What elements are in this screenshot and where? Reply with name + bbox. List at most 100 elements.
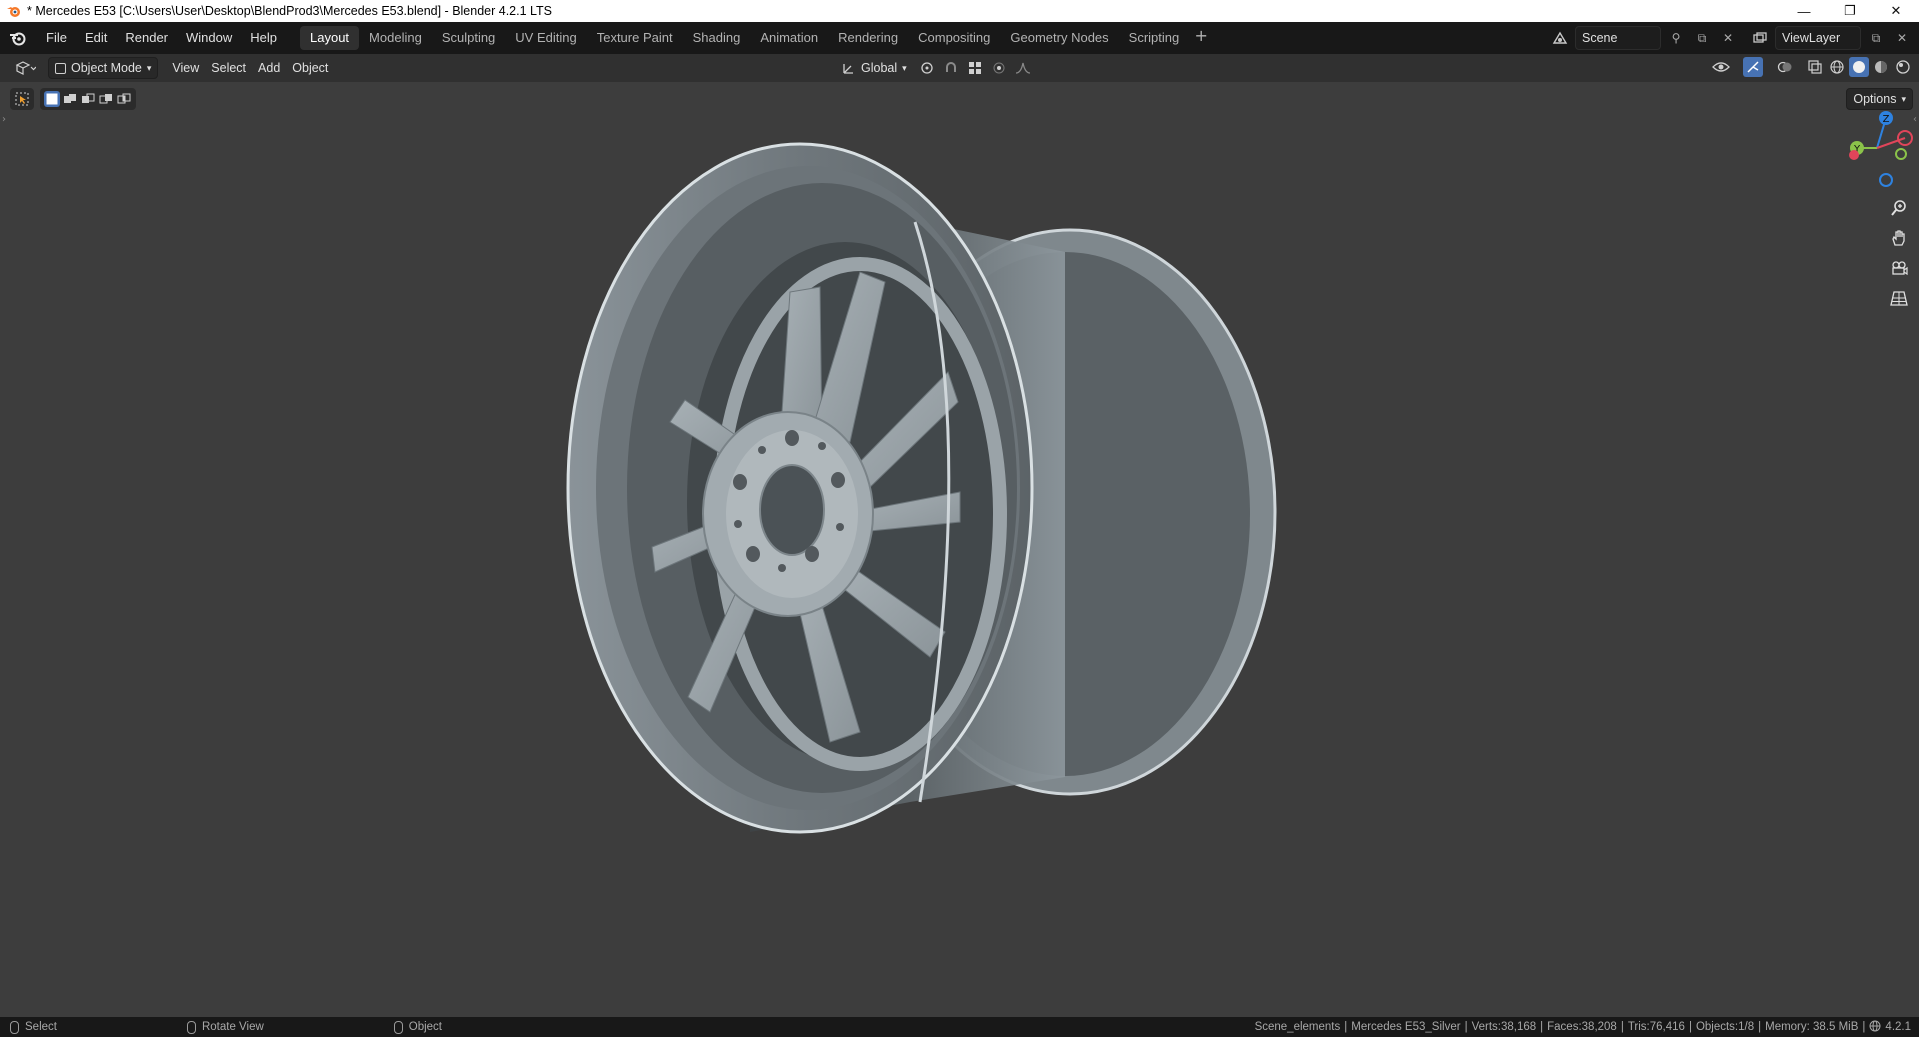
tab-uv-editing[interactable]: UV Editing bbox=[505, 26, 586, 50]
transform-orientation-dropdown[interactable]: Global ▾ bbox=[836, 57, 913, 79]
menu-window[interactable]: Window bbox=[177, 26, 241, 50]
scene-selectors: Scene ⚲ ⧉ ✕ ViewLayer ⧉ ✕ bbox=[1549, 26, 1913, 50]
material-preview-icon[interactable] bbox=[1871, 57, 1891, 77]
stat-memory: Memory: 38.5 MiB bbox=[1765, 1021, 1859, 1033]
options-label: Options bbox=[1853, 92, 1897, 106]
hint-label: Select bbox=[25, 1021, 57, 1033]
status-bar: Select Rotate View Object Scene_elements… bbox=[0, 1017, 1919, 1037]
menu-help[interactable]: Help bbox=[241, 26, 286, 50]
extend-selection-icon[interactable] bbox=[62, 91, 78, 107]
add-workspace-button[interactable]: + bbox=[1189, 26, 1213, 50]
subtract-selection-icon[interactable] bbox=[80, 91, 96, 107]
stat-tris: Tris:76,416 bbox=[1627, 1021, 1685, 1033]
tab-compositing[interactable]: Compositing bbox=[908, 26, 1000, 50]
tab-texture-paint[interactable]: Texture Paint bbox=[587, 26, 683, 50]
menu-edit[interactable]: Edit bbox=[76, 26, 116, 50]
tool-settings bbox=[10, 88, 136, 110]
overlays-toggle-icon[interactable] bbox=[1775, 57, 1795, 77]
minimize-button[interactable]: — bbox=[1781, 0, 1827, 22]
pin-icon[interactable]: ⚲ bbox=[1665, 27, 1687, 49]
mode-dropdown[interactable]: Object Mode ▾ bbox=[48, 57, 159, 79]
menu-add[interactable]: Add bbox=[252, 57, 286, 79]
tab-sculpting[interactable]: Sculpting bbox=[432, 26, 505, 50]
tab-layout[interactable]: Layout bbox=[300, 26, 360, 50]
tab-rendering[interactable]: Rendering bbox=[828, 26, 908, 50]
new-view-layer-icon[interactable]: ⧉ bbox=[1865, 27, 1887, 49]
view-layer-field[interactable]: ViewLayer bbox=[1775, 26, 1861, 50]
scene-field[interactable]: Scene bbox=[1575, 26, 1661, 50]
gizmo-toggle-icon[interactable] bbox=[1743, 57, 1763, 77]
select-tool-button[interactable] bbox=[10, 88, 34, 110]
tab-animation[interactable]: Animation bbox=[750, 26, 828, 50]
menu-render[interactable]: Render bbox=[116, 26, 177, 50]
tab-modeling[interactable]: Modeling bbox=[359, 26, 432, 50]
close-button[interactable]: ✕ bbox=[1873, 0, 1919, 22]
snap-target-icon[interactable] bbox=[965, 58, 985, 78]
stat-objects: Objects:1/8 bbox=[1695, 1021, 1755, 1033]
tab-geometry-nodes[interactable]: Geometry Nodes bbox=[1000, 26, 1118, 50]
hint-label: Object bbox=[408, 1021, 443, 1033]
solid-shading-icon[interactable] bbox=[1849, 57, 1869, 77]
camera-view-icon[interactable] bbox=[1887, 256, 1911, 280]
status-hint-rotate: Rotate View bbox=[186, 1020, 264, 1034]
blender-logo-icon[interactable] bbox=[7, 27, 29, 49]
viewport-navigation bbox=[1887, 196, 1911, 310]
delete-scene-icon[interactable]: ✕ bbox=[1717, 27, 1739, 49]
tab-scripting[interactable]: Scripting bbox=[1119, 26, 1190, 50]
pan-hand-icon[interactable] bbox=[1887, 226, 1911, 250]
viewport-shading-controls bbox=[1711, 57, 1913, 77]
view-layer-browse-icon[interactable] bbox=[1749, 27, 1771, 49]
stat-faces: Faces:38,208 bbox=[1547, 1021, 1617, 1033]
viewport-header: Object Mode ▾ View Select Add Object Glo… bbox=[0, 54, 1919, 82]
mouse-middle-icon bbox=[186, 1020, 196, 1034]
status-hint-select: Select bbox=[10, 1020, 57, 1034]
gizmo-neg-y[interactable] bbox=[1895, 148, 1907, 160]
wheel-model[interactable] bbox=[560, 122, 1380, 862]
xray-toggle-icon[interactable] bbox=[1805, 57, 1825, 77]
editor-type-dropdown[interactable] bbox=[8, 57, 42, 79]
maximize-button[interactable]: ❐ bbox=[1827, 0, 1873, 22]
center-bore bbox=[759, 464, 825, 556]
stat-collection: Scene_elements bbox=[1254, 1021, 1341, 1033]
menu-object[interactable]: Object bbox=[286, 57, 334, 79]
mode-label: Object Mode bbox=[71, 61, 142, 75]
gizmo-z-label: Z bbox=[1883, 114, 1890, 125]
mouse-left-icon bbox=[10, 1020, 19, 1034]
window-title: * Mercedes E53 [C:\Users\User\Desktop\Bl… bbox=[27, 4, 553, 18]
chevron-down-icon: ▾ bbox=[902, 62, 907, 73]
new-scene-icon[interactable]: ⧉ bbox=[1691, 27, 1713, 49]
status-hint-object: Object bbox=[393, 1020, 443, 1034]
stat-verts: Verts:38,168 bbox=[1471, 1021, 1537, 1033]
perspective-grid-icon[interactable] bbox=[1887, 286, 1911, 310]
toolbar-expand-arrow[interactable]: › bbox=[2, 114, 6, 125]
invert-selection-icon[interactable] bbox=[98, 91, 114, 107]
menu-select[interactable]: Select bbox=[205, 57, 252, 79]
menu-view[interactable]: View bbox=[166, 57, 205, 79]
blender-app-icon bbox=[7, 7, 20, 17]
gizmo-neg-x[interactable] bbox=[1849, 150, 1859, 160]
wireframe-shading-icon[interactable] bbox=[1827, 57, 1847, 77]
falloff-icon[interactable] bbox=[1013, 58, 1033, 78]
scene-browse-icon[interactable] bbox=[1549, 27, 1571, 49]
workspace-tabs: Layout Modeling Sculpting UV Editing Tex… bbox=[300, 26, 1213, 50]
tab-shading[interactable]: Shading bbox=[683, 26, 751, 50]
menu-file[interactable]: File bbox=[37, 26, 76, 50]
chevron-down-icon: ▾ bbox=[146, 62, 152, 73]
snap-toggle-icon[interactable] bbox=[941, 58, 961, 78]
gizmo-neg-z[interactable] bbox=[1879, 173, 1893, 187]
selection-mode-group bbox=[40, 88, 136, 110]
proportional-edit-icon[interactable] bbox=[989, 58, 1009, 78]
delete-view-layer-icon[interactable]: ✕ bbox=[1891, 27, 1913, 49]
rendered-shading-icon[interactable] bbox=[1893, 57, 1913, 77]
object-mode-icon bbox=[55, 62, 66, 74]
zoom-icon[interactable] bbox=[1887, 196, 1911, 220]
3d-viewport[interactable]: › ‹ Options ▾ Z Y bbox=[0, 82, 1919, 1017]
chevron-down-icon: ▾ bbox=[1901, 93, 1906, 104]
intersect-selection-icon[interactable] bbox=[116, 91, 132, 107]
stat-object: Mercedes E53_Silver bbox=[1351, 1021, 1461, 1033]
pivot-point-icon[interactable] bbox=[917, 58, 937, 78]
new-selection-icon[interactable] bbox=[44, 91, 60, 107]
navigation-gizmo[interactable]: Z Y bbox=[1839, 108, 1919, 188]
visibility-icon[interactable] bbox=[1711, 57, 1731, 77]
options-dropdown[interactable]: Options ▾ bbox=[1846, 88, 1913, 110]
